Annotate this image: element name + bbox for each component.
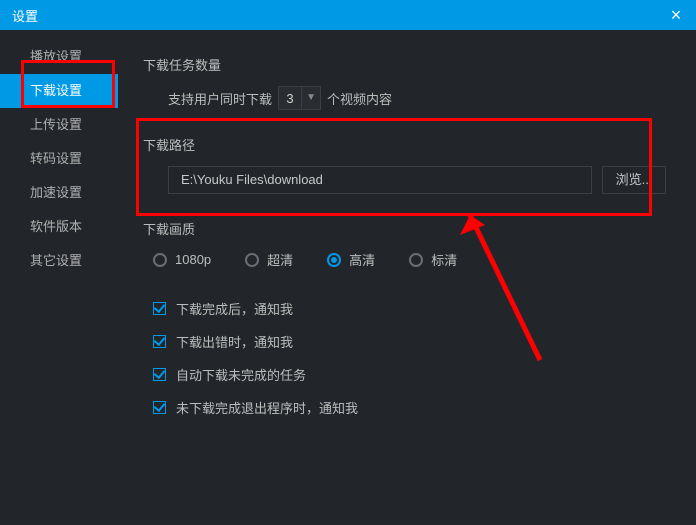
body: 播放设置 下载设置 上传设置 转码设置 加速设置 软件版本 其它设置 下载任务数… — [0, 30, 696, 525]
checkbox-label: 未下载完成退出程序时，通知我 — [176, 398, 358, 417]
sidebar-item-play[interactable]: 播放设置 — [0, 40, 118, 74]
sidebar-item-download[interactable]: 下载设置 — [0, 74, 118, 108]
sidebar-item-label: 下载设置 — [30, 83, 82, 98]
radio-label: 标清 — [431, 250, 457, 269]
download-tasks-row: 支持用户同时下载 3 ▼ 个视频内容 — [168, 86, 666, 110]
download-path-row: E:\Youku Files\download 浏览... — [168, 166, 666, 194]
window-title: 设置 — [12, 6, 38, 25]
checkbox-auto-resume[interactable]: 自动下载未完成的任务 — [153, 365, 666, 384]
checkbox-notify-error[interactable]: 下载出错时，通知我 — [153, 332, 666, 351]
radio-label: 超清 — [267, 250, 293, 269]
quality-title: 下载画质 — [143, 219, 666, 238]
checkbox-icon — [153, 302, 166, 315]
sidebar-item-label: 上传设置 — [30, 117, 82, 132]
sidebar-item-transcode[interactable]: 转码设置 — [0, 142, 118, 176]
radio-label: 1080p — [175, 252, 211, 267]
quality-row: 1080p 超清 高清 标清 — [153, 250, 666, 269]
checkbox-icon — [153, 401, 166, 414]
checkbox-notify-complete[interactable]: 下载完成后，通知我 — [153, 299, 666, 318]
download-tasks-title: 下载任务数量 — [143, 55, 666, 74]
tasks-suffix: 个视频内容 — [327, 89, 392, 108]
tasks-dropdown-value: 3 — [279, 91, 301, 106]
radio-hd[interactable]: 高清 — [327, 250, 375, 269]
content: 下载任务数量 支持用户同时下载 3 ▼ 个视频内容 下载路径 E:\Youku … — [118, 30, 696, 525]
sidebar-item-accelerate[interactable]: 加速设置 — [0, 176, 118, 210]
sidebar-item-label: 加速设置 — [30, 185, 82, 200]
download-path-title: 下载路径 — [143, 135, 666, 154]
sidebar-item-other[interactable]: 其它设置 — [0, 244, 118, 278]
sidebar-item-version[interactable]: 软件版本 — [0, 210, 118, 244]
sidebar-item-label: 软件版本 — [30, 219, 82, 234]
radio-sd[interactable]: 标清 — [409, 250, 457, 269]
sidebar: 播放设置 下载设置 上传设置 转码设置 加速设置 软件版本 其它设置 — [0, 30, 118, 525]
checkbox-label: 下载完成后，通知我 — [176, 299, 293, 318]
radio-icon — [153, 253, 167, 267]
tasks-prefix: 支持用户同时下载 — [168, 89, 272, 108]
browse-button[interactable]: 浏览... — [602, 166, 666, 194]
sidebar-item-upload[interactable]: 上传设置 — [0, 108, 118, 142]
checkbox-label: 自动下载未完成的任务 — [176, 365, 306, 384]
radio-icon — [245, 253, 259, 267]
radio-label: 高清 — [349, 250, 375, 269]
checkbox-icon — [153, 368, 166, 381]
radio-icon — [409, 253, 423, 267]
close-icon[interactable]: × — [666, 5, 686, 26]
checkbox-icon — [153, 335, 166, 348]
radio-icon — [327, 253, 341, 267]
checkbox-notify-exit[interactable]: 未下载完成退出程序时，通知我 — [153, 398, 666, 417]
chevron-down-icon: ▼ — [301, 87, 320, 109]
tasks-dropdown[interactable]: 3 ▼ — [278, 86, 321, 110]
checkbox-list: 下载完成后，通知我 下载出错时，通知我 自动下载未完成的任务 未下载完成退出程序… — [153, 299, 666, 417]
titlebar: 设置 × — [0, 0, 696, 30]
radio-1080p[interactable]: 1080p — [153, 252, 211, 267]
checkbox-label: 下载出错时，通知我 — [176, 332, 293, 351]
sidebar-item-label: 其它设置 — [30, 253, 82, 268]
sidebar-item-label: 播放设置 — [30, 49, 82, 64]
download-path-section: 下载路径 E:\Youku Files\download 浏览... — [143, 135, 666, 194]
radio-superhd[interactable]: 超清 — [245, 250, 293, 269]
download-path-input[interactable]: E:\Youku Files\download — [168, 166, 592, 194]
sidebar-item-label: 转码设置 — [30, 151, 82, 166]
